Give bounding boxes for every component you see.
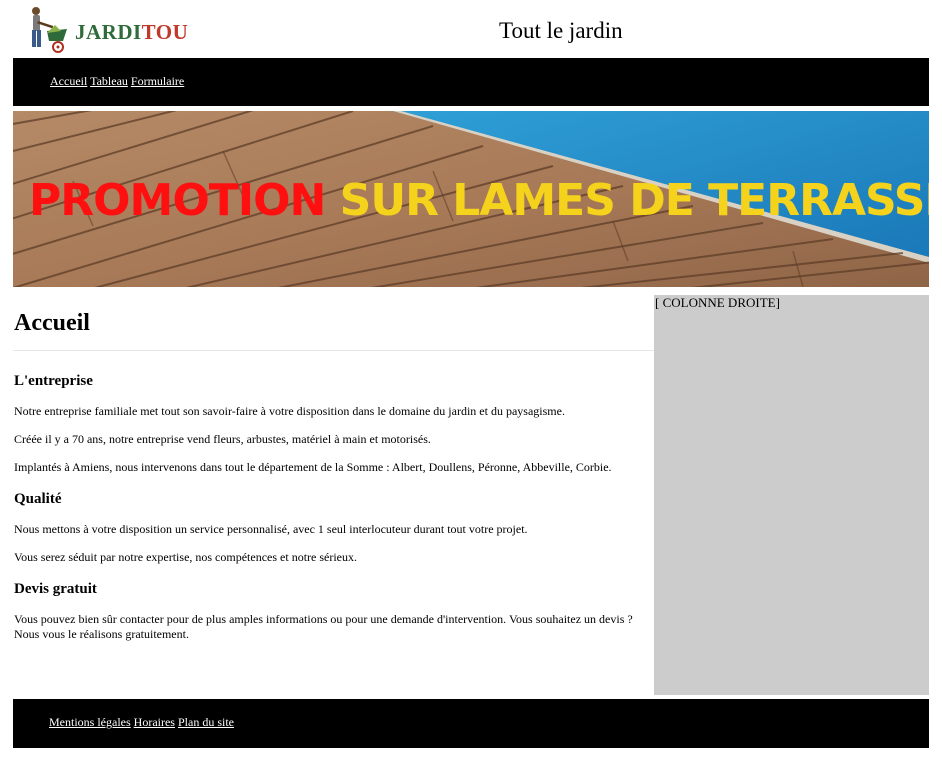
site-title: Tout le jardin: [499, 18, 623, 43]
paragraph: Vous serez séduit par notre expertise, n…: [14, 550, 357, 564]
nav-links: Accueil Tableau Formulaire: [50, 74, 184, 89]
main-content: Accueil L'entreprise Notre entreprise fa…: [13, 295, 654, 695]
logo[interactable]: JARDITOU: [25, 5, 195, 55]
nav-link-accueil[interactable]: Accueil: [50, 74, 87, 88]
logo-text-jardi: JARDI: [75, 20, 142, 44]
paragraph: Nous mettons à votre disposition un serv…: [14, 522, 528, 536]
footer: Mentions légales Horaires Plan du site: [13, 699, 929, 748]
header: JARDITOU Tout le jardin: [13, 0, 929, 58]
footer-links: Mentions légales Horaires Plan du site: [49, 715, 234, 730]
promo-headline-yellow: SUR LAMES DE TERRASSE: [339, 175, 929, 226]
main-nav: Accueil Tableau Formulaire: [13, 58, 929, 106]
promo-headline-red: PROMOTION: [29, 175, 326, 226]
footer-link-plan-du-site[interactable]: Plan du site: [178, 715, 234, 729]
gardener-wheelbarrow-icon: [32, 7, 67, 53]
section-heading-devis: Devis gratuit: [14, 581, 97, 597]
section-heading-qualite: Qualité: [14, 491, 62, 507]
paragraph: Vous pouvez bien sûr contacter pour de p…: [14, 612, 633, 641]
footer-link-mentions-legales[interactable]: Mentions légales: [49, 715, 131, 729]
promo-headline: PROMOTION SUR LAMES DE TERRASSE: [29, 175, 929, 226]
title-divider: [13, 350, 654, 351]
nav-link-tableau[interactable]: Tableau: [90, 74, 128, 88]
paragraph: Implantés à Amiens, nous intervenons dan…: [14, 460, 612, 474]
page-title: Accueil: [14, 310, 90, 336]
paragraph: Notre entreprise familiale met tout son …: [14, 404, 565, 418]
right-column: [ COLONNE DROITE]: [654, 295, 929, 695]
right-column-label: [ COLONNE DROITE]: [655, 295, 780, 310]
nav-link-formulaire[interactable]: Formulaire: [131, 74, 184, 88]
logo-text-tou: TOU: [141, 20, 189, 44]
logo-text: JARDITOU: [75, 20, 188, 45]
section-heading-entreprise: L'entreprise: [14, 373, 93, 389]
paragraph: Créée il y a 70 ans, notre entreprise ve…: [14, 432, 431, 446]
promo-banner: PROMOTION SUR LAMES DE TERRASSE: [13, 111, 929, 287]
footer-link-horaires[interactable]: Horaires: [134, 715, 175, 729]
